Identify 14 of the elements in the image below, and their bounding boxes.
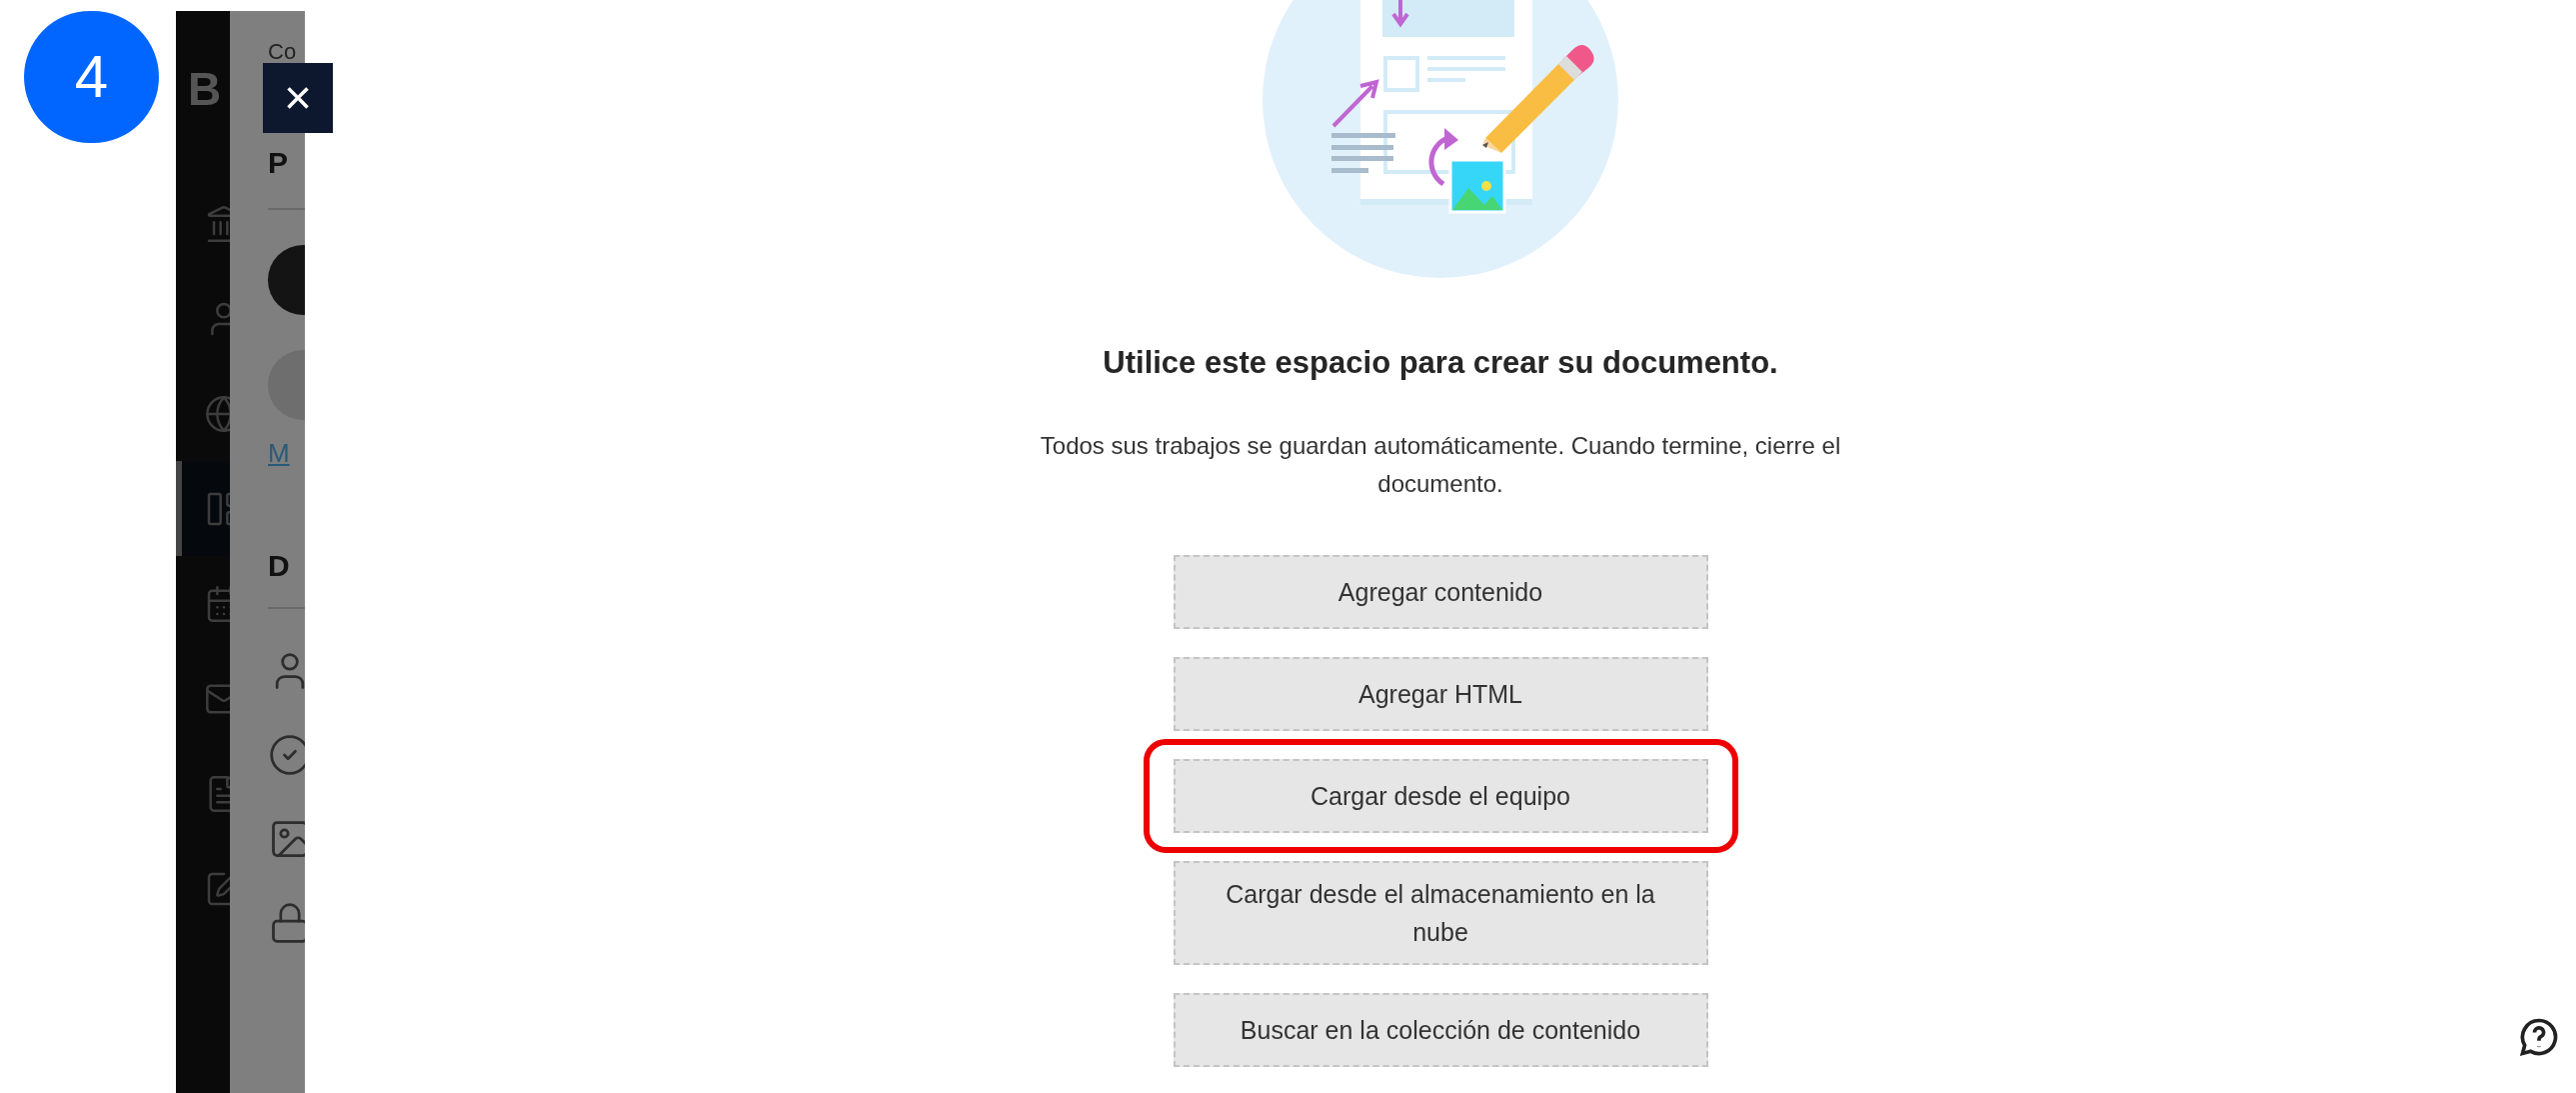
action-button[interactable]: Agregar HTML [1173,656,1708,731]
action-button[interactable]: Cargar desde el equipo [1173,758,1708,833]
panel-text: Co [268,41,297,63]
sidebar-item[interactable] [176,461,230,556]
description-text: Todos sus trabajos se guardan automáticamente. Cuando termine, cierre el documento. [1039,430,1842,499]
action-button[interactable]: Buscar en la colección de contenido [1173,992,1708,1067]
page-title: Utilice este espacio para crear su documento. [1103,344,1778,382]
logo-letter: B [188,63,222,115]
action-button[interactable]: Cargar desde el almacenamiento en la nube [1173,860,1708,965]
close-button[interactable]: × [263,63,333,133]
panel-heading: P [268,148,288,178]
step-badge: 4 [24,11,159,143]
panel-heading: D [268,551,290,581]
action-button[interactable]: Agregar contenido [1173,554,1708,629]
